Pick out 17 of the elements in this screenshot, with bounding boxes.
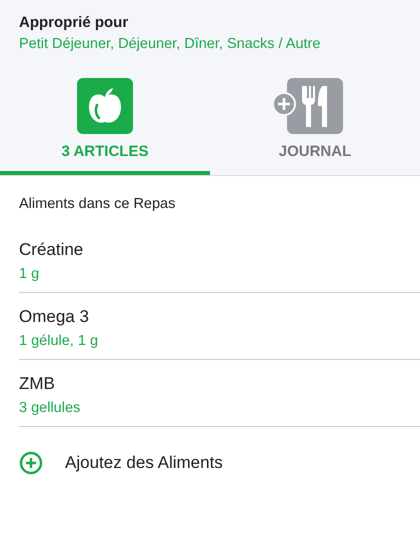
food-name: Omega 3 bbox=[19, 307, 90, 327]
suitable-title: Approprié pour bbox=[18, 14, 130, 31]
food-item[interactable]: Omega 3 1 gélule, 1 g bbox=[19, 305, 420, 360]
section-title: Aliments dans ce Repas bbox=[18, 195, 176, 214]
food-item[interactable]: Créatine 1 g bbox=[19, 238, 420, 293]
food-amount: 1 g bbox=[19, 266, 40, 282]
tab[interactable]: JOURNAL bbox=[210, 78, 420, 175]
food-item[interactable]: ZMB 3 gellules bbox=[19, 372, 420, 427]
add-icon bbox=[19, 451, 43, 475]
cutlery-icon bbox=[273, 78, 343, 134]
apple-icon bbox=[77, 78, 133, 134]
add-food-button[interactable]: Ajoutez des Aliments bbox=[0, 439, 420, 487]
food-amount: 3 gellules bbox=[19, 400, 82, 416]
food-name: ZMB bbox=[19, 374, 56, 394]
meal-types: Petit Déjeuner, Déjeuner, Dîner, Snacks / Autre bbox=[18, 35, 322, 52]
food-name: Créatine bbox=[19, 240, 84, 260]
food-amount: 1 gélule, 1 g bbox=[19, 333, 100, 349]
